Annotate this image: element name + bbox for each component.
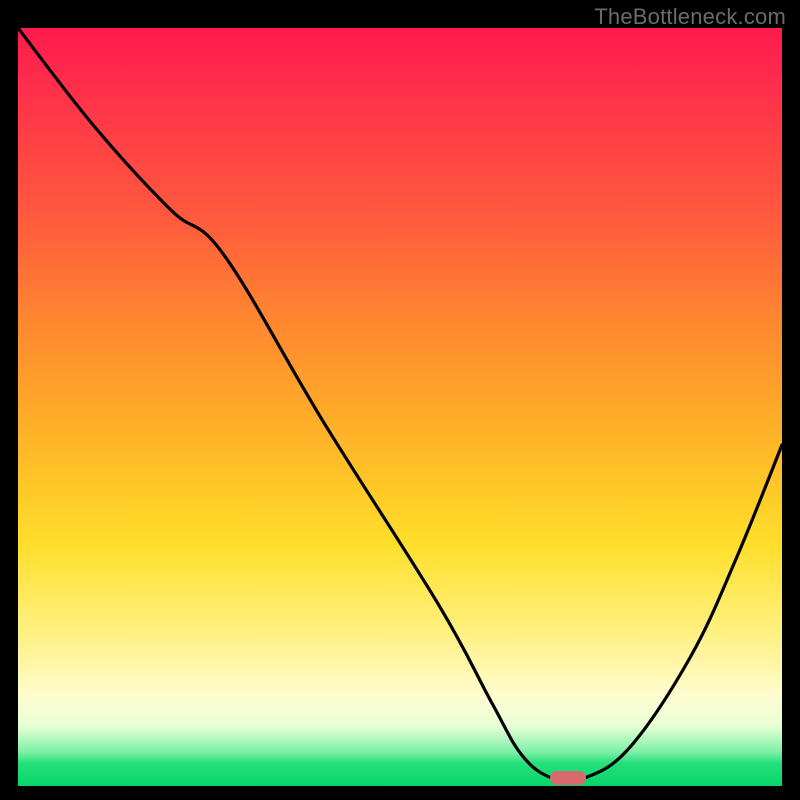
- chart-frame: TheBottleneck.com: [0, 0, 800, 800]
- watermark-text: TheBottleneck.com: [594, 4, 786, 30]
- chart-plot-area: [18, 28, 782, 786]
